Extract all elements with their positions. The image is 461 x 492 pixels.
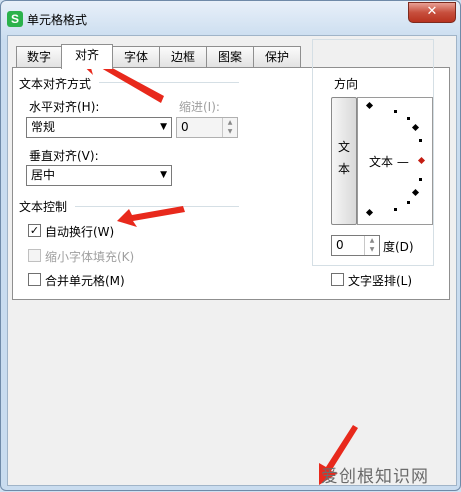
indent-spin-buttons[interactable]: ▲ ▼	[222, 118, 237, 137]
spin-down-icon[interactable]: ▼	[223, 127, 237, 136]
vertical-text-char: 文	[337, 140, 350, 154]
vertical-align-select[interactable]: 居中 ▼	[26, 165, 172, 186]
dial-dot	[407, 117, 410, 120]
dial-dot	[419, 178, 422, 181]
alignment-group-title: 文本对齐方式	[19, 77, 92, 91]
indent-stepper[interactable]: 0 ▲ ▼	[176, 117, 238, 138]
dial-diamond-top	[365, 101, 374, 110]
merge-cells-checkbox[interactable]	[28, 273, 41, 286]
dial-dot	[394, 110, 397, 113]
tab-border[interactable]: 边框	[159, 46, 207, 67]
chevron-down-icon: ▼	[160, 122, 167, 132]
vertical-align-value: 居中	[31, 168, 56, 182]
text-control-group-title: 文本控制	[19, 200, 68, 214]
shrink-to-fit-label: 缩小字体填充(K)	[45, 250, 135, 264]
dial-dot	[419, 139, 422, 142]
dial-pointer	[417, 156, 426, 165]
merge-cells-label[interactable]: 合并单元格(M)	[45, 272, 125, 289]
title-bar[interactable]: S 单元格格式 ✕	[1, 1, 460, 35]
vertical-text-button[interactable]: 文 本	[331, 97, 357, 225]
dial-dot	[407, 201, 410, 204]
chevron-down-icon: ▼	[160, 170, 167, 180]
dial-dot	[394, 208, 397, 211]
dial-diamond	[411, 188, 420, 197]
vertical-text-checkbox[interactable]	[331, 273, 344, 286]
spin-down-icon[interactable]: ▼	[365, 245, 379, 254]
degrees-label: 度(D)	[383, 240, 414, 254]
wrap-text-label[interactable]: 自动换行(W)	[45, 223, 114, 240]
horizontal-align-label: 水平对齐(H):	[29, 100, 100, 114]
wrap-text-checkbox[interactable]: ✓	[28, 224, 41, 237]
group-divider	[75, 206, 239, 207]
window-title: 单元格格式	[27, 13, 88, 27]
dialog-window: S 单元格格式 ✕ 数字 对齐 字体 边框 图案 保护 文本对齐方式 水平对齐(…	[0, 0, 461, 491]
tab-protection[interactable]: 保护	[253, 46, 301, 67]
orientation-group-title: 方向	[332, 75, 361, 92]
shrink-to-fit-checkbox	[28, 249, 41, 262]
tab-font[interactable]: 字体	[112, 46, 160, 67]
indent-value: 0	[181, 120, 189, 134]
spin-up-icon[interactable]: ▲	[365, 236, 379, 245]
tab-number[interactable]: 数字	[16, 46, 62, 67]
degrees-value: 0	[336, 238, 344, 252]
dial-diamond-bottom	[365, 208, 374, 217]
tab-pattern[interactable]: 图案	[206, 46, 254, 67]
spin-up-icon[interactable]: ▲	[223, 118, 237, 127]
orientation-sample-text: 文本 —	[369, 155, 409, 169]
tab-alignment[interactable]: 对齐	[61, 44, 113, 69]
dial-diamond	[411, 123, 420, 132]
group-divider	[99, 82, 239, 83]
degrees-stepper[interactable]: 0 ▲ ▼	[331, 235, 380, 256]
close-button[interactable]: ✕	[408, 2, 456, 23]
vertical-text-char: 本	[337, 162, 350, 176]
indent-label: 缩进(I):	[179, 100, 220, 114]
vertical-align-label: 垂直对齐(V):	[29, 149, 99, 163]
watermark: 爱创根知识网	[321, 467, 429, 487]
vertical-text-label[interactable]: 文字竖排(L)	[348, 272, 412, 289]
horizontal-align-select[interactable]: 常规 ▼	[26, 117, 172, 138]
degrees-spin-buttons[interactable]: ▲ ▼	[364, 236, 379, 255]
app-icon: S	[7, 11, 23, 27]
horizontal-align-value: 常规	[31, 120, 56, 134]
